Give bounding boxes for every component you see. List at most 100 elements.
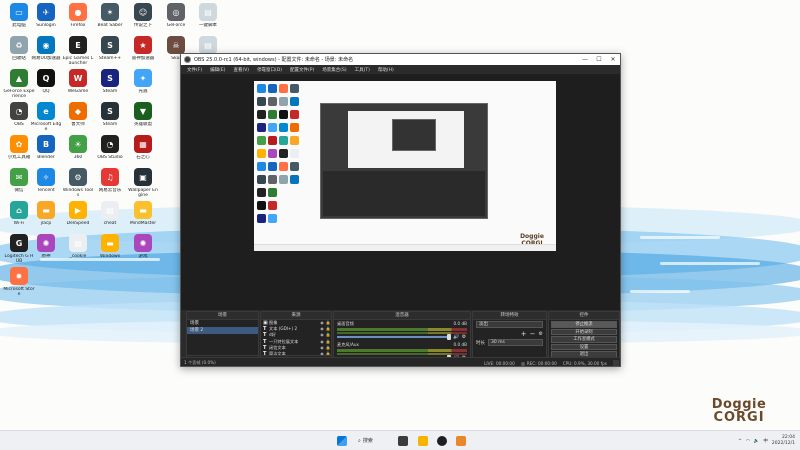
preview-mini-icon xyxy=(279,110,288,119)
close-button[interactable]: ✕ xyxy=(606,56,620,63)
tray-chevron-icon[interactable]: ^ xyxy=(738,439,742,444)
desktop-icon[interactable]: ● Firefox xyxy=(62,3,94,28)
mixer-channel-db: 0.0 dB xyxy=(453,342,467,347)
desktop-icon[interactable]: ☀ 360 xyxy=(62,135,94,160)
menu-help[interactable]: 帮助(H) xyxy=(378,67,394,73)
desktop-icon[interactable]: ✺ 游戏 xyxy=(127,234,159,259)
desktop-icon[interactable]: Q QQ xyxy=(30,69,62,94)
gear-icon[interactable]: ⚙ xyxy=(461,334,467,340)
menu-profile[interactable]: 配置文件(P) xyxy=(290,67,314,73)
app-taskbar-icon[interactable] xyxy=(456,436,466,446)
preview-mini-icon xyxy=(268,110,277,119)
app-icon: ♫ xyxy=(101,168,119,186)
gear-icon[interactable]: ⚙ xyxy=(539,331,543,337)
transition-type-select[interactable]: 淡出 xyxy=(476,321,543,328)
transitions-dock-title: 转场特效 xyxy=(473,312,546,320)
add-transition-icon[interactable]: + xyxy=(521,330,527,338)
maximize-button[interactable]: ☐ xyxy=(592,56,606,63)
obs-taskbar-icon[interactable] xyxy=(437,436,447,446)
preview-canvas[interactable]: Doggie CORGI xyxy=(254,81,556,251)
mixer-channel-db: 0.0 dB xyxy=(453,321,467,326)
desktop-icon[interactable]: ◔ OBS Studio xyxy=(94,135,126,160)
app-icon: ✈ xyxy=(37,3,55,21)
volume-slider-knob[interactable] xyxy=(447,334,451,340)
preview-mini-icon xyxy=(257,201,266,210)
desktop-icon[interactable]: ✈ Sunlogin xyxy=(30,3,62,28)
preview-mini-icon xyxy=(290,110,299,119)
wifi-icon[interactable]: ◠ xyxy=(746,439,750,444)
duration-label: 时长 xyxy=(476,340,485,346)
desktop-icon[interactable]: ▬ jlacp xyxy=(30,201,62,226)
file-explorer-icon[interactable] xyxy=(418,436,428,446)
scene-item[interactable]: 场景 xyxy=(187,320,258,327)
obs-title-bar[interactable]: OBS 25.0.0-rc1 (64-bit, windows) - 配置文件:… xyxy=(181,54,620,65)
start-recording-button[interactable]: 开始录制 xyxy=(551,328,617,336)
desktop-icon[interactable]: ▤ 一键脚本 xyxy=(192,3,224,28)
app-icon: ▭ xyxy=(10,3,28,21)
menu-view[interactable]: 查看(V) xyxy=(233,67,249,73)
remove-transition-icon[interactable]: − xyxy=(530,330,536,338)
start-menu-icon[interactable] xyxy=(337,436,347,446)
preview-nested-docks xyxy=(323,171,485,216)
wallpaper-brush xyxy=(640,236,720,239)
task-view-icon[interactable] xyxy=(398,436,408,446)
obs-window[interactable]: OBS 25.0.0-rc1 (64-bit, windows) - 配置文件:… xyxy=(180,53,621,367)
stop-streaming-button[interactable]: 停止推流 xyxy=(551,321,617,328)
desktop-icon[interactable]: ▣ Wallpaper Engine xyxy=(127,168,159,198)
desktop-icon[interactable]: W WeGame xyxy=(62,69,94,94)
desktop-icon[interactable]: S Steam++ xyxy=(94,36,126,61)
desktop-icon[interactable]: ⚙ Windows Tools xyxy=(62,168,94,198)
desktop-icon-label: _cookie xyxy=(69,254,87,259)
desktop-icon[interactable]: ♫ 网易云音乐 xyxy=(94,168,126,193)
menu-edit[interactable]: 编辑(E) xyxy=(210,67,225,73)
wallpaper-corgi-logo: Doggie CORGI xyxy=(704,398,774,424)
resize-grip-icon[interactable] xyxy=(613,360,619,366)
desktop-icon[interactable]: ▤ cheat xyxy=(94,201,126,226)
desktop-icon[interactable]: ▶ DeliSpeed xyxy=(62,201,94,226)
menu-scene-collection[interactable]: 场景集合(S) xyxy=(322,67,346,73)
desktop-icon[interactable]: S Steam xyxy=(94,102,126,127)
app-icon: ☠ xyxy=(167,36,185,54)
desktop-icon[interactable]: ✶ Beat Saber xyxy=(94,3,126,28)
desktop-icon[interactable]: S Steam xyxy=(94,69,126,94)
minimize-button[interactable]: — xyxy=(578,56,592,63)
desktop-icon[interactable]: ☺ 传说之下 xyxy=(127,3,159,28)
obs-preview-area[interactable]: Doggie CORGI xyxy=(181,74,620,310)
speaker-icon[interactable]: 🔊 xyxy=(453,334,459,340)
preview-mini-icon xyxy=(290,149,299,158)
menu-docks[interactable]: 停靠窗口(D) xyxy=(257,67,282,73)
desktop-icon[interactable]: ✧ Tencent xyxy=(30,168,62,193)
desktop-icon[interactable]: ◎ GeForce xyxy=(160,3,192,28)
desktop-icon[interactable]: e Microsoft Edge xyxy=(30,102,62,132)
desktop-icon[interactable]: ✦ 光遇 xyxy=(127,69,159,94)
desktop-icon[interactable]: ▬ Windows xyxy=(94,234,126,259)
desktop-icon[interactable]: ◆ 鲁大师 xyxy=(62,102,94,127)
preview-mini-icon xyxy=(268,123,277,132)
volume-icon[interactable]: 🔈 xyxy=(754,439,760,444)
duration-input[interactable]: 30 ms xyxy=(488,339,543,346)
desktop-icon[interactable]: ▦ 石之心 xyxy=(127,135,159,160)
desktop-icon[interactable]: ✺ 原神 xyxy=(30,234,62,259)
taskbar-search[interactable]: ⌕ 搜索 xyxy=(358,436,373,446)
desktop-icon[interactable]: ▤ _cookie xyxy=(62,234,94,259)
obs-window-title: OBS 25.0.0-rc1 (64-bit, windows) - 配置文件:… xyxy=(194,57,354,63)
menu-tools[interactable]: 工具(T) xyxy=(355,67,370,73)
preview-mini-icon xyxy=(279,162,288,171)
desktop-icon-label: Steam xyxy=(102,122,118,127)
volume-slider[interactable] xyxy=(337,334,451,340)
input-method-label[interactable]: 中 xyxy=(763,438,768,444)
scene-item-selected[interactable]: 场景 2 xyxy=(187,327,258,334)
desktop-icon[interactable]: ✹ Microsoft Store xyxy=(3,267,35,297)
desktop-icon[interactable]: B Blender xyxy=(30,135,62,160)
menu-file[interactable]: 文件(F) xyxy=(187,67,202,73)
desktop-icon[interactable]: ★ 雷神加速器 xyxy=(127,36,159,61)
desktop-icon[interactable]: ▬ MindMaster xyxy=(127,201,159,226)
desktop-icon[interactable]: ▼ 英雄联盟 xyxy=(127,102,159,127)
studio-mode-button[interactable]: 工作室模式 xyxy=(551,336,617,343)
settings-button[interactable]: 设置 xyxy=(551,343,617,351)
desktop-icon[interactable]: ◉ 网易UU加速器 xyxy=(30,36,62,61)
preview-mini-icon xyxy=(257,175,266,184)
clock-date: 2022/12/1 xyxy=(771,441,795,446)
desktop-icon[interactable]: E Epic Games Launcher xyxy=(62,36,94,66)
taskbar-clock[interactable]: 22:04 2022/12/1 xyxy=(772,435,795,447)
